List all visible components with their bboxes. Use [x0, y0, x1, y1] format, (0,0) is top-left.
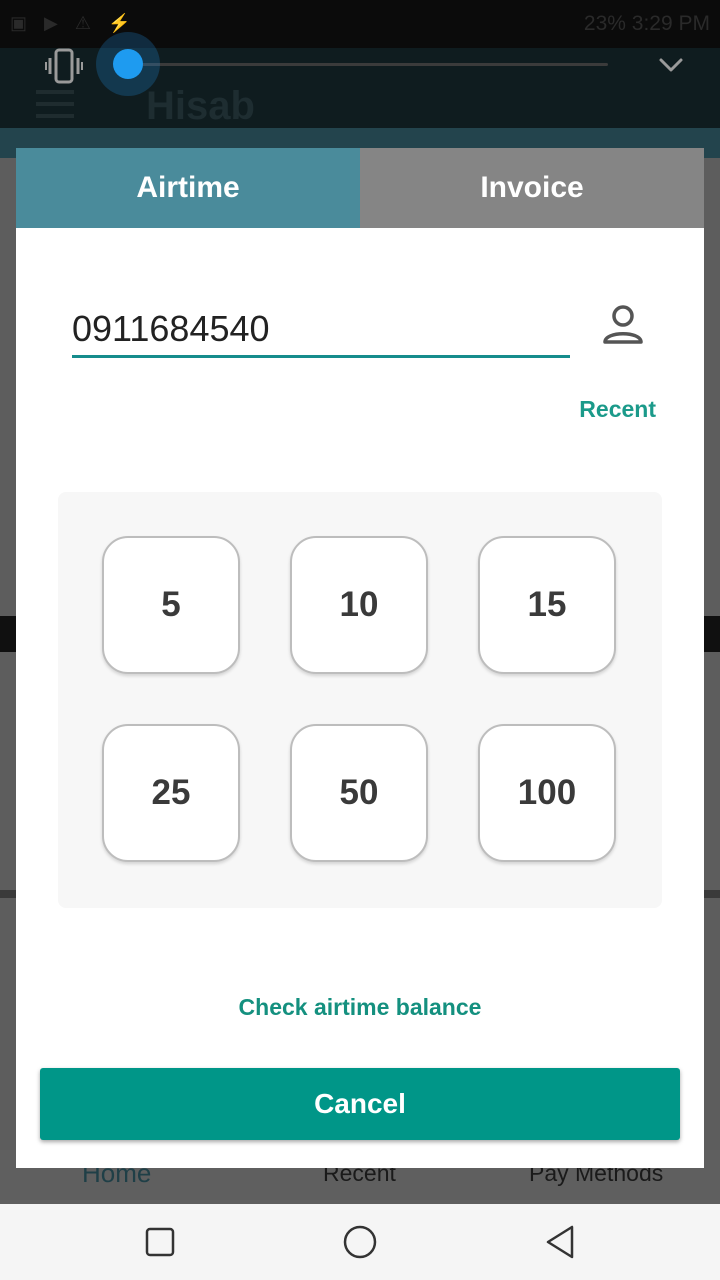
back-triangle-icon[interactable] [540, 1222, 580, 1262]
tab-invoice[interactable]: Invoice [360, 148, 704, 228]
amount-button-100[interactable]: 100 [478, 724, 616, 862]
amount-button-5[interactable]: 5 [102, 536, 240, 674]
phone-number-field [72, 302, 570, 358]
recents-square-icon[interactable] [140, 1222, 180, 1262]
cancel-button[interactable]: Cancel [40, 1068, 680, 1140]
system-nav-bar [0, 1204, 720, 1280]
volume-slider-track[interactable] [128, 63, 608, 66]
recent-link[interactable]: Recent [552, 396, 656, 423]
amount-button-10[interactable]: 10 [290, 536, 428, 674]
chevron-down-icon[interactable] [656, 50, 686, 80]
amount-button-15[interactable]: 15 [478, 536, 616, 674]
contact-picker-icon[interactable] [600, 302, 646, 348]
dialog-tabs: Airtime Invoice [16, 148, 704, 228]
amount-button-25[interactable]: 25 [102, 724, 240, 862]
vibrate-icon[interactable] [44, 46, 84, 86]
tab-airtime[interactable]: Airtime [16, 148, 360, 228]
amount-grid: 5 10 15 25 50 100 [58, 492, 662, 908]
phone-number-input[interactable] [72, 302, 570, 352]
check-balance-link[interactable]: Check airtime balance [16, 994, 704, 1021]
volume-panel [0, 28, 720, 100]
airtime-dialog: Airtime Invoice Recent 5 10 15 25 50 100… [16, 148, 704, 1168]
volume-slider-thumb[interactable] [113, 49, 143, 79]
home-circle-icon[interactable] [340, 1222, 380, 1262]
amount-button-50[interactable]: 50 [290, 724, 428, 862]
